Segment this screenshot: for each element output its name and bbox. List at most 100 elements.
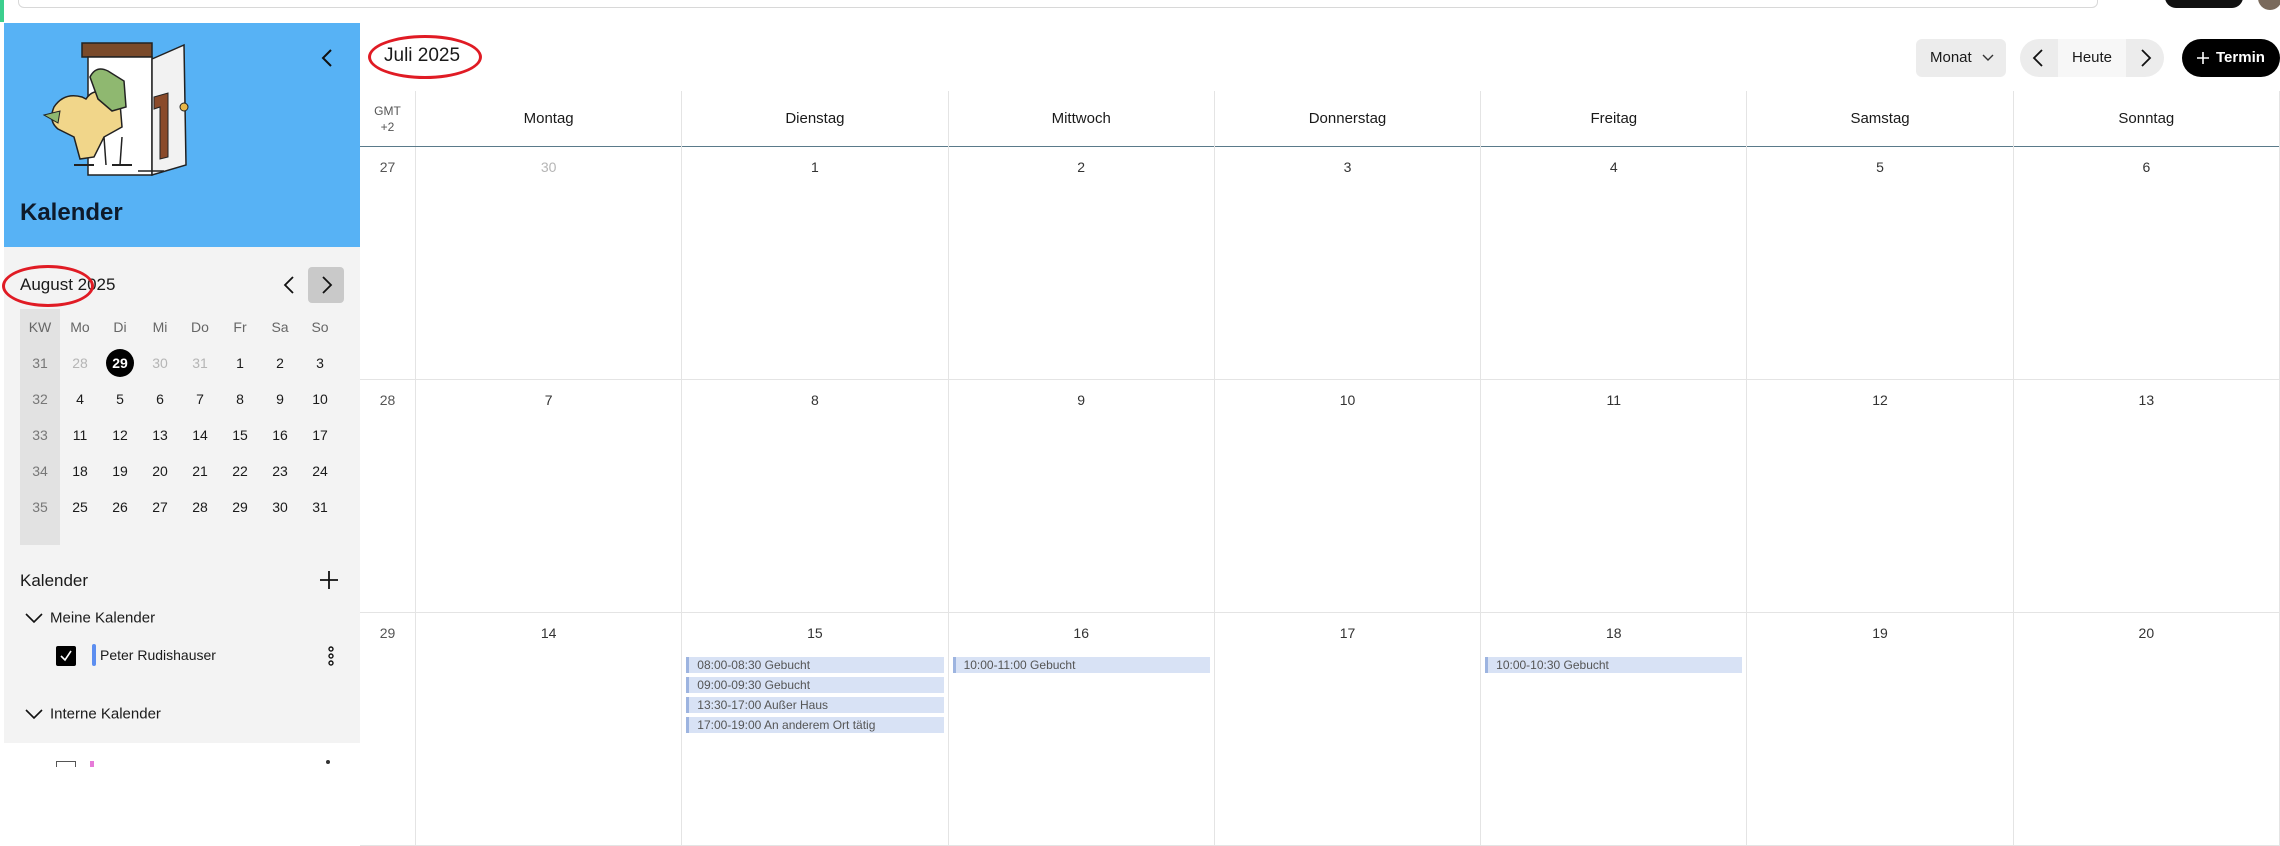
day-cell[interactable]: 14 xyxy=(416,613,683,845)
day-cell[interactable]: 7 xyxy=(416,380,683,612)
day-cell[interactable]: 9 xyxy=(949,380,1215,612)
mini-day[interactable]: 9 xyxy=(260,381,300,417)
mini-day[interactable]: 10 xyxy=(300,381,340,417)
mini-day[interactable]: 15 xyxy=(220,417,260,453)
mini-day[interactable]: 31 xyxy=(300,489,340,525)
day-cell[interactable]: 12 xyxy=(1747,380,2014,612)
mini-day[interactable]: 26 xyxy=(100,489,140,525)
day-number[interactable]: 3 xyxy=(1215,159,1480,175)
day-number[interactable]: 19 xyxy=(1747,625,2012,641)
day-number[interactable]: 4 xyxy=(1481,159,1746,175)
today-button[interactable]: Heute xyxy=(2058,39,2126,77)
day-cell[interactable]: 17 xyxy=(1215,613,1482,845)
day-cell[interactable]: 30 xyxy=(416,147,683,379)
prev-month-button[interactable] xyxy=(2020,39,2058,77)
mini-day[interactable]: 2 xyxy=(260,345,300,381)
mini-day[interactable]: 31 xyxy=(180,345,220,381)
day-number[interactable]: 16 xyxy=(949,625,1214,641)
mini-day[interactable]: 19 xyxy=(100,453,140,489)
mini-day[interactable]: 11 xyxy=(60,417,100,453)
mini-day[interactable]: 13 xyxy=(140,417,180,453)
mini-day[interactable]: 28 xyxy=(180,489,220,525)
day-number[interactable]: 18 xyxy=(1481,625,1746,641)
day-number[interactable]: 10 xyxy=(1215,392,1480,408)
collapse-sidebar-button[interactable] xyxy=(312,43,342,73)
mini-day[interactable]: 28 xyxy=(60,345,100,381)
mini-day[interactable]: 20 xyxy=(140,453,180,489)
mini-day[interactable]: 30 xyxy=(260,489,300,525)
top-action-button[interactable] xyxy=(2165,0,2243,8)
mini-day[interactable]: 3 xyxy=(300,345,340,381)
avatar[interactable] xyxy=(2258,0,2280,10)
mini-day[interactable]: 16 xyxy=(260,417,300,453)
mini-day[interactable]: 8 xyxy=(220,381,260,417)
week-number[interactable]: 29 xyxy=(360,613,416,845)
calendar-visibility-checkbox[interactable] xyxy=(56,646,76,666)
next-month-button[interactable] xyxy=(2126,39,2164,77)
calendar-event[interactable]: 10:00-10:30 Gebucht xyxy=(1485,657,1743,673)
day-cell[interactable]: 5 xyxy=(1747,147,2014,379)
week-number[interactable]: 31 xyxy=(20,345,60,381)
day-number[interactable]: 7 xyxy=(416,392,681,408)
day-number[interactable]: 14 xyxy=(416,625,681,641)
mini-day[interactable]: 27 xyxy=(140,489,180,525)
day-number[interactable]: 1 xyxy=(682,159,947,175)
day-number[interactable]: 12 xyxy=(1747,392,2012,408)
mini-day[interactable]: 1 xyxy=(220,345,260,381)
day-cell[interactable]: 10 xyxy=(1215,380,1482,612)
week-number[interactable]: 28 xyxy=(360,380,416,612)
day-cell[interactable]: 6 xyxy=(2014,147,2280,379)
day-cell[interactable]: 2 xyxy=(949,147,1215,379)
week-number[interactable]: 33 xyxy=(20,417,60,453)
calendar-options-button[interactable] xyxy=(318,643,344,669)
mini-day[interactable]: 21 xyxy=(180,453,220,489)
day-number[interactable]: 8 xyxy=(682,392,947,408)
my-calendars-group[interactable]: Meine Kalender xyxy=(24,609,155,627)
day-number[interactable]: 13 xyxy=(2014,392,2279,408)
more-vertical-icon[interactable] xyxy=(326,760,330,764)
mini-day[interactable]: 7 xyxy=(180,381,220,417)
mini-day[interactable]: 5 xyxy=(100,381,140,417)
day-number[interactable]: 9 xyxy=(949,392,1214,408)
day-number[interactable]: 5 xyxy=(1747,159,2012,175)
day-number[interactable]: 17 xyxy=(1215,625,1480,641)
day-cell[interactable]: 11 xyxy=(1481,380,1748,612)
mini-day-today[interactable]: 29 xyxy=(100,345,140,381)
day-number[interactable]: 6 xyxy=(2014,159,2279,175)
mini-day[interactable]: 12 xyxy=(100,417,140,453)
week-number[interactable]: 27 xyxy=(360,147,416,379)
day-number[interactable]: 2 xyxy=(949,159,1214,175)
day-cell[interactable]: 16 10:00-11:00 Gebucht xyxy=(949,613,1215,845)
mini-day[interactable]: 24 xyxy=(300,453,340,489)
day-cell[interactable]: 13 xyxy=(2014,380,2280,612)
internal-calendars-group[interactable]: Interne Kalender xyxy=(24,705,161,723)
mini-day[interactable]: 30 xyxy=(140,345,180,381)
mini-day[interactable]: 25 xyxy=(60,489,100,525)
search-input[interactable] xyxy=(18,0,2098,8)
view-select[interactable]: Monat xyxy=(1916,39,2006,77)
mini-day[interactable]: 29 xyxy=(220,489,260,525)
day-cell[interactable]: 4 xyxy=(1481,147,1748,379)
calendar-checkbox[interactable] xyxy=(56,761,76,767)
new-appointment-button[interactable]: Termin xyxy=(2182,39,2280,77)
mini-day[interactable]: 23 xyxy=(260,453,300,489)
calendar-event[interactable]: 17:00-19:00 An anderem Ort tätig xyxy=(686,717,944,733)
week-number[interactable]: 32 xyxy=(20,381,60,417)
mini-next-month-button[interactable] xyxy=(308,267,344,303)
add-calendar-button[interactable] xyxy=(312,563,346,597)
day-cell[interactable]: 15 08:00-08:30 Gebucht 09:00-09:30 Gebucht… xyxy=(682,613,949,845)
mini-prev-month-button[interactable] xyxy=(272,267,308,303)
mini-day[interactable]: 22 xyxy=(220,453,260,489)
calendar-event[interactable]: 13:30-17:00 Außer Haus xyxy=(686,697,944,713)
day-cell[interactable]: 19 xyxy=(1747,613,2014,845)
mini-day[interactable]: 6 xyxy=(140,381,180,417)
mini-day[interactable]: 14 xyxy=(180,417,220,453)
calendar-event[interactable]: 10:00-11:00 Gebucht xyxy=(952,657,1210,673)
day-cell[interactable]: 8 xyxy=(682,380,949,612)
day-cell[interactable]: 18 10:00-10:30 Gebucht xyxy=(1481,613,1748,845)
week-number[interactable]: 34 xyxy=(20,453,60,489)
day-number[interactable]: 20 xyxy=(2014,625,2279,641)
day-cell[interactable]: 3 xyxy=(1215,147,1482,379)
day-cell[interactable]: 20 xyxy=(2014,613,2280,845)
day-cell[interactable]: 1 xyxy=(682,147,949,379)
